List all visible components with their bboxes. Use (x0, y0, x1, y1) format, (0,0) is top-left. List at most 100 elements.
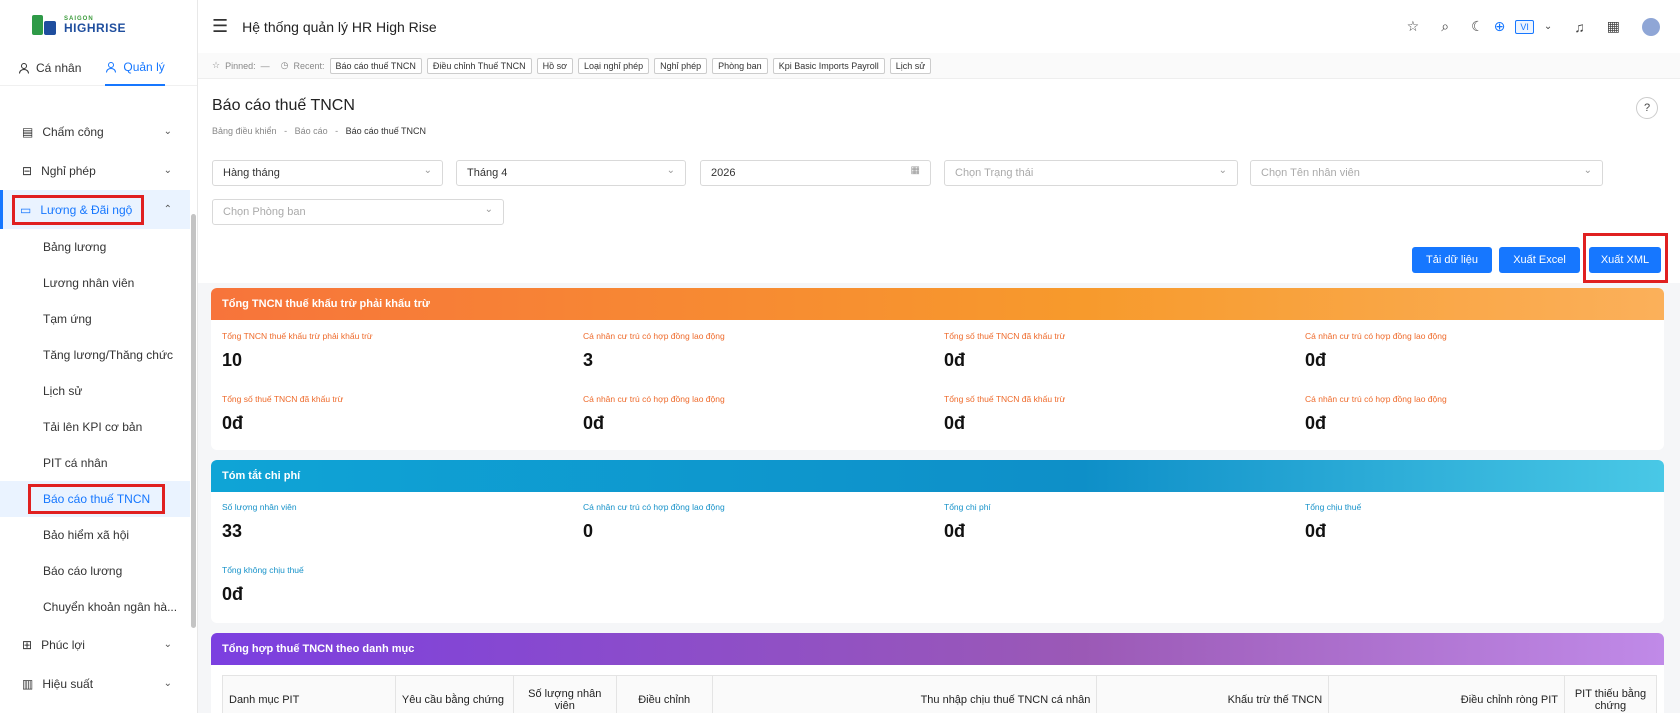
sidebar-subitem-pit-report[interactable]: Báo cáo thuế TNCN (0, 481, 190, 517)
department-select[interactable]: Chọn Phòng ban ⌄ (212, 199, 504, 225)
logo-line-2: HIGHRISE (64, 21, 127, 35)
sidebar-subitem-raise-promotion[interactable]: Tăng lương/Thăng chức (0, 337, 190, 373)
chevron-down-icon: ⌄ (1583, 165, 1592, 176)
star-icon[interactable]: ☆ (1407, 18, 1420, 35)
recent-chip[interactable]: Lịch sử (889, 57, 932, 74)
stat-label: Tổng không chịu thuế (222, 565, 304, 575)
period-select[interactable]: Hàng tháng ⌄ (212, 160, 443, 186)
sidebar-scrollbar[interactable] (191, 214, 196, 628)
bell-icon[interactable]: ♫ (1574, 19, 1585, 35)
plus-circle-icon[interactable]: ⊕ (1494, 18, 1506, 35)
tab-personal[interactable]: Cá nhân (18, 50, 81, 86)
language-select[interactable]: VI (1515, 19, 1534, 34)
sidebar-item-benefits[interactable]: ⊞ Phúc lợi ⌄ (0, 625, 190, 664)
sidebar-item-performance[interactable]: ▥ Hiệu suất ⌄ (0, 664, 190, 703)
stat-label: Cá nhân cư trú có hợp đồng lao động (1305, 331, 1447, 341)
column-header[interactable]: Thu nhập chịu thuế TNCN cá nhân (711, 675, 1098, 713)
sidebar-subitem-personal-pit[interactable]: PIT cá nhân (0, 445, 190, 481)
user-icon (19, 62, 29, 74)
sidebar-subitem-social-insurance[interactable]: Bảo hiểm xã hội (0, 517, 190, 553)
status-select[interactable]: Chọn Trạng thái ⌄ (944, 160, 1238, 186)
star-icon: ☆ (212, 60, 221, 70)
chevron-up-icon: ⌃ (163, 204, 172, 215)
year-picker-value: 2026 (711, 167, 736, 179)
sidebar-item-label: Lương & Đãi ngộ (40, 202, 133, 217)
chevron-down-icon: ⌄ (666, 165, 675, 176)
sidebar-item-attendance[interactable]: ▤ Chấm công ⌄ (0, 112, 190, 151)
tab-manager[interactable]: Quản lý (105, 50, 165, 86)
column-header[interactable]: Yêu cầu bằng chứng (394, 675, 514, 713)
search-icon[interactable]: ⌕ (1441, 18, 1449, 35)
avatar[interactable] (1642, 17, 1660, 36)
column-header[interactable]: Khấu trừ thế TNCN (1096, 675, 1330, 713)
sidebar-subitem-employee-salary[interactable]: Lương nhân viên (0, 265, 190, 301)
year-picker[interactable]: 2026 ▦ (700, 160, 931, 186)
sidebar-subitem-payroll-table[interactable]: Bảng lương (0, 229, 190, 265)
stat-label: Cá nhân cư trú có hợp đồng lao động (583, 394, 725, 404)
clock-icon: ◷ (280, 60, 289, 70)
employee-select[interactable]: Chọn Tên nhân viên ⌄ (1250, 160, 1603, 186)
stat-label: Tổng chịu thuế (1305, 502, 1362, 512)
company-logo[interactable]: SAIGON HIGHRISE (0, 0, 197, 50)
menu-icon[interactable]: ☰ (212, 16, 228, 37)
sidebar-item-leave[interactable]: ⊟ Nghỉ phép ⌄ (0, 151, 190, 190)
column-header[interactable]: PIT thiếu bằng chứng (1564, 675, 1657, 713)
sidebar-subitem-bank-transfer[interactable]: Chuyển khoản ngân hà... (0, 589, 190, 625)
export-excel-button[interactable]: Xuất Excel (1499, 247, 1580, 273)
breadcrumb: Bảng điều khiển - Báo cáo - Báo cáo thuế… (212, 126, 426, 136)
breadcrumb-item[interactable]: Bảng điều khiển (212, 126, 277, 136)
logo-mark-icon (32, 13, 60, 37)
stat: Cá nhân cư trú có hợp đồng lao động 0 (583, 502, 943, 542)
recent-chip[interactable]: Điều chỉnh Thuế TNCN (426, 57, 532, 74)
stat-label: Tổng số thuế TNCN đã khấu trừ (222, 394, 344, 404)
chevron-down-icon: ⌄ (163, 126, 172, 137)
export-xml-button[interactable]: Xuất XML (1589, 247, 1661, 273)
stat-value: 0đ (583, 413, 605, 433)
moon-icon[interactable]: ☾ (1471, 18, 1484, 35)
stat-label: Tổng chi phí (944, 502, 991, 512)
wallet-icon: ▭ (20, 202, 32, 217)
help-icon[interactable]: ? (1636, 97, 1658, 119)
recent-chip[interactable]: Hồ sơ (536, 57, 574, 74)
pit-category-card: Tổng hợp thuế TNCN theo danh mục Danh mụ… (211, 633, 1664, 713)
column-header[interactable]: Số lượng nhân viên (512, 675, 617, 713)
stat-value: 0đ (1305, 350, 1327, 370)
stat-value: 0đ (944, 413, 966, 433)
chevron-down-icon[interactable]: ⌄ (1544, 21, 1552, 32)
stat: Tổng TNCN thuế khấu trừ phải khấu trừ 10 (222, 331, 582, 371)
recent-chip[interactable]: Loại nghỉ phép (578, 57, 650, 74)
top-bar: ☰ Hệ thống quản lý HR High Rise ☆ ⌕ ☾ ⊕ … (198, 0, 1680, 53)
breadcrumb-item[interactable]: Báo cáo (295, 126, 328, 136)
pinned-label: Pinned: (225, 60, 256, 71)
stat-value: 3 (583, 350, 594, 370)
breadcrumb-separator: - (284, 126, 288, 136)
sidebar-subitem-kpi-upload[interactable]: Tải lên KPI cơ bản (0, 409, 190, 445)
recent-chip[interactable]: Báo cáo thuế TNCN (329, 57, 422, 74)
column-header[interactable]: Danh mục PIT (222, 675, 396, 713)
recent-chip[interactable]: Phòng ban (712, 57, 768, 74)
card-title: Tóm tắt chi phí (211, 460, 1664, 492)
recent-chip[interactable]: Nghỉ phép (654, 57, 708, 74)
bar-chart-icon: ▥ (22, 676, 34, 691)
calendar-icon[interactable]: ▦ (1607, 18, 1620, 35)
breadcrumb-separator: - (335, 126, 339, 136)
stat: Tổng chịu thuế 0đ (1305, 502, 1664, 542)
breadcrumb-current: Báo cáo thuế TNCN (345, 126, 427, 136)
sidebar-item-payroll[interactable]: ▭ Lương & Đãi ngộ ⌃ (0, 190, 190, 229)
stat: Số lượng nhân viên 33 (222, 502, 582, 542)
card-title: Tổng TNCN thuế khấu trừ phải khấu trừ (211, 288, 1664, 320)
month-select[interactable]: Tháng 4 ⌄ (456, 160, 686, 186)
column-header[interactable]: Điều chỉnh (615, 675, 713, 713)
stat: Cá nhân cư trú có hợp đồng lao động 3 (583, 331, 943, 371)
sidebar-subitem-salary-report[interactable]: Báo cáo lương (0, 553, 190, 589)
sidebar-subitem-advance[interactable]: Tạm ứng (0, 301, 190, 337)
load-data-button[interactable]: Tải dữ liệu (1412, 247, 1492, 273)
employee-select-placeholder: Chọn Tên nhân viên (1261, 167, 1360, 179)
stat-label: Số lượng nhân viên (222, 502, 297, 512)
sidebar-subitem-history[interactable]: Lịch sử (0, 373, 190, 409)
stat: Cá nhân cư trú có hợp đồng lao động 0đ (583, 394, 943, 434)
recent-chip[interactable]: Kpi Basic Imports Payroll (772, 57, 885, 74)
stat-label: Cá nhân cư trú có hợp đồng lao động (583, 331, 725, 341)
column-header[interactable]: Điều chỉnh ròng PIT (1328, 675, 1565, 713)
pinned-value: — (260, 60, 270, 71)
